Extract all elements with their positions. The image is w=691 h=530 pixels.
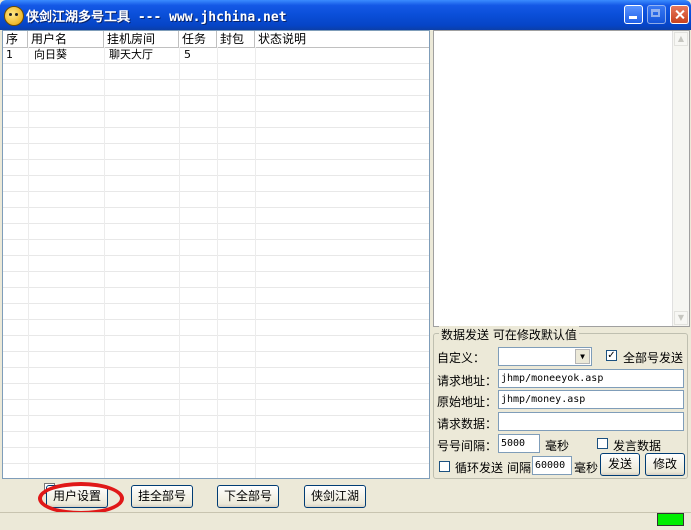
smiley-face-icon [4,6,24,26]
grid-row-line [3,463,429,464]
request-data-label: 请求数据： [437,417,498,431]
grid-row-line [3,271,429,272]
row-index: 1 [6,48,13,61]
list-header: 序 用户名 挂机房间 任务 封包 状态说明 [3,31,429,48]
send-all-checkbox[interactable]: ✓ [606,350,617,361]
grid-row-line [3,223,429,224]
title-bar[interactable]: 侠剑江湖多号工具 --- www.jhchina.net [0,0,691,30]
grid-column-line [28,47,29,478]
log-scrollbar[interactable]: ▲ ▼ [672,31,689,326]
column-header-index[interactable]: 序 [3,31,28,47]
column-header-packet[interactable]: 封包 [217,31,255,47]
grid-column-line [255,47,256,478]
row-username: 向日葵 [34,48,67,61]
grid-row-line [3,191,429,192]
status-indicator [657,513,684,526]
row-status [257,47,260,63]
grid-row-line [3,175,429,176]
loop-send-checkbox[interactable] [439,461,450,472]
grid-row-line [3,303,429,304]
grid-row-line [3,415,429,416]
grid-column-line [179,47,180,478]
log-text-area[interactable]: ▲ ▼ [433,30,690,327]
grid-row-line [3,127,429,128]
grid-row-line [3,287,429,288]
grid-row-line [3,63,429,64]
custom-label: 自定义： [437,351,486,365]
request-url-label: 请求地址： [437,374,498,388]
account-list[interactable]: 序 用户名 挂机房间 任务 封包 状态说明 1 向日葵 聊天大厅 5 [2,30,430,479]
row-room: 聊天大厅 [109,48,153,61]
loop-interval-unit: 毫秒 [574,461,599,475]
scroll-down-arrow-icon[interactable]: ▼ [674,311,688,325]
row-task: 5 [184,48,191,61]
speak-data-checkbox[interactable] [597,438,608,449]
request-url-input[interactable]: jhmp/moneeyok.asp [498,369,684,388]
speak-data-label: 发言数据 [613,439,662,453]
loop-interval-input[interactable]: 60000 [532,456,572,475]
chevron-down-icon[interactable]: ▼ [575,349,590,364]
grid-row-line [3,95,429,96]
loop-interval-label: 间隔 [507,461,532,475]
row-packet [219,47,222,63]
grid-row-line [3,143,429,144]
custom-select[interactable]: ▼ [498,347,592,366]
grid-row-line [3,383,429,384]
grid-row-line [3,447,429,448]
status-bar [0,512,691,530]
checkmark-icon: ✓ [607,350,616,361]
table-row[interactable]: 1 向日葵 聊天大厅 5 [3,47,429,63]
grid-row-line [3,319,429,320]
send-button[interactable]: 发送 [600,453,640,476]
unhang-all-button[interactable]: 下全部号 [217,485,279,508]
red-highlight-circle [38,482,124,515]
grid-row-line [3,255,429,256]
grid-row-line [3,111,429,112]
minimize-button[interactable] [624,5,643,24]
window-title: 侠剑江湖多号工具 --- www.jhchina.net [26,10,287,25]
grid-row-line [3,399,429,400]
scroll-up-arrow-icon[interactable]: ▲ [674,32,688,46]
column-header-task[interactable]: 任务 [179,31,217,47]
grid-row-line [3,207,429,208]
original-url-input[interactable]: jhmp/money.asp [498,390,684,409]
column-header-username[interactable]: 用户名 [28,31,104,47]
request-data-input[interactable] [498,412,684,431]
xiajian-jianghu-button[interactable]: 侠剑江湖 [304,485,366,508]
loop-send-label: 循环发送 [455,461,504,475]
grid-row-line [3,239,429,240]
send-all-label: 全部号发送 [623,351,684,365]
grid-row-line [3,159,429,160]
original-url-label: 原始地址： [437,395,498,409]
interval-input[interactable]: 5000 [498,434,540,453]
grid-row-line [3,351,429,352]
hang-all-button[interactable]: 挂全部号 [131,485,193,508]
interval-label: 号号间隔： [437,439,498,453]
grid-row-line [3,367,429,368]
grid-column-line [217,47,218,478]
column-header-status[interactable]: 状态说明 [255,31,429,47]
grid-row-line [3,431,429,432]
close-button[interactable] [670,5,689,24]
modify-button[interactable]: 修改 [645,453,685,476]
column-header-room[interactable]: 挂机房间 [104,31,179,47]
maximize-button[interactable] [647,5,666,24]
grid-row-line [3,335,429,336]
interval-unit: 毫秒 [545,439,570,453]
send-data-group-title: 数据发送 可在修改默认值 [439,326,579,343]
grid-row-line [3,79,429,80]
grid-column-line [104,47,105,478]
